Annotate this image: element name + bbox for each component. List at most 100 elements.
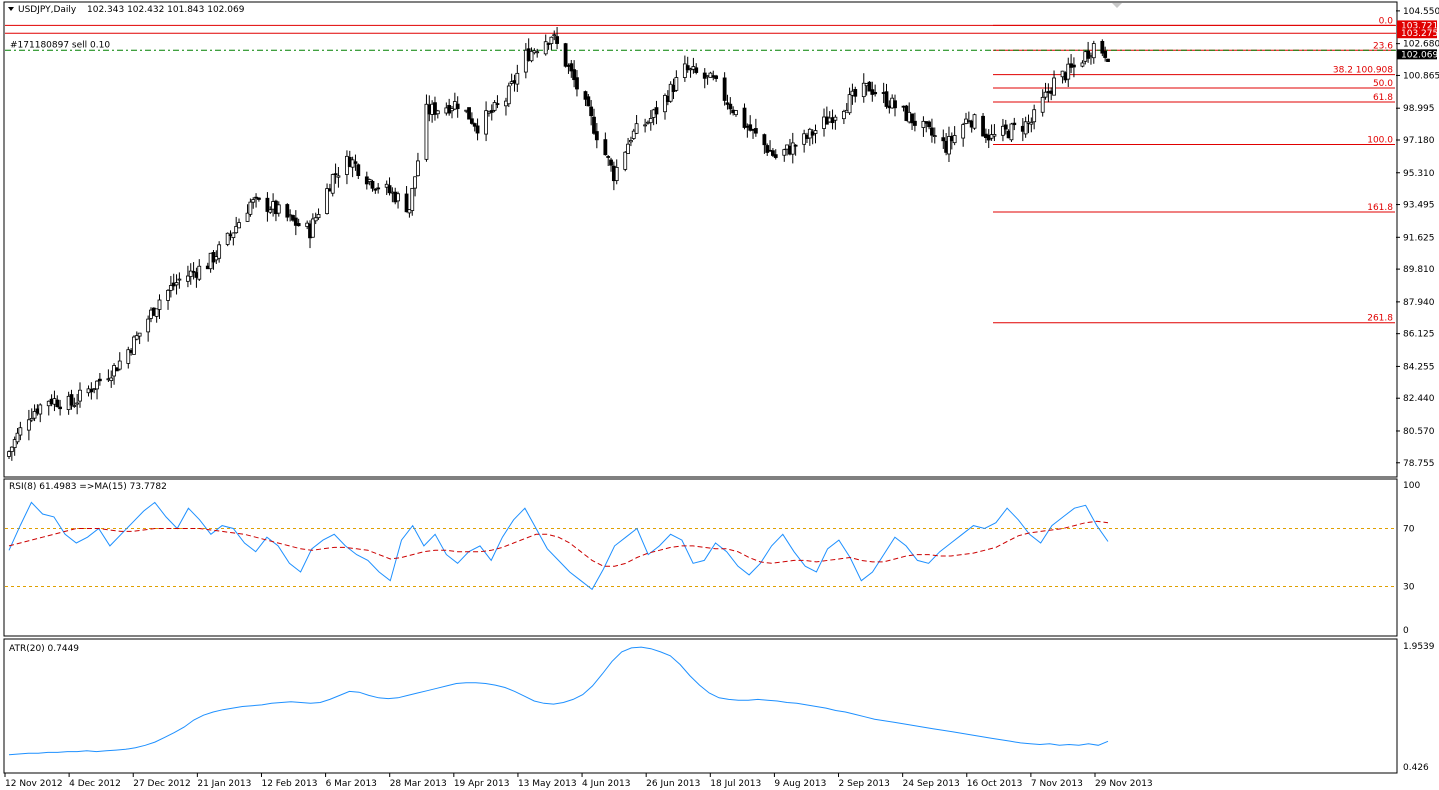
price-tick-label: 93.495 (1403, 201, 1435, 211)
price-tick-label: 100.865 (1403, 71, 1439, 81)
price-tick-label: 78.755 (1403, 459, 1435, 469)
candle-body (927, 121, 931, 128)
candle-body (575, 77, 579, 90)
candle-body (648, 118, 653, 124)
candle-body (75, 402, 80, 405)
candle-body (603, 139, 608, 156)
candle-body (594, 131, 599, 141)
date-tick-label: 24 Sep 2013 (903, 779, 960, 789)
candle-body (95, 380, 99, 390)
rsi-tick-label: 0 (1403, 626, 1409, 636)
candle-body (237, 222, 241, 229)
candle-body (614, 167, 619, 181)
candle-body (29, 418, 34, 421)
candle-body (793, 144, 798, 147)
chart-menu-arrow-icon[interactable] (8, 7, 14, 11)
date-tick-label: 13 May 2013 (518, 779, 577, 789)
candle-body (166, 289, 170, 301)
candle-body (276, 204, 281, 214)
candle-body (654, 107, 659, 115)
candle-body (370, 180, 375, 189)
candle-body (722, 77, 727, 101)
candle-body (495, 103, 500, 105)
candle-body (18, 427, 23, 436)
rsi-title: RSI(8) 61.4983 =>MA(15) 73.7782 (9, 482, 167, 492)
price-tick-label: 98.995 (1403, 104, 1435, 114)
candle-body (268, 209, 273, 213)
candle-body (313, 217, 318, 222)
candle-body (296, 223, 301, 227)
candle-body (356, 164, 361, 176)
fib-level-label: 61.8 (1373, 93, 1393, 103)
candle-body (847, 94, 852, 114)
candle-body (742, 107, 747, 128)
ohlc-readout: 102.343 102.432 101.843 102.069 (87, 5, 245, 15)
candle-body (992, 134, 997, 137)
candle-body (626, 143, 630, 154)
price-pane-frame (3, 1, 1398, 478)
candle-body (1052, 77, 1056, 96)
order-line[interactable]: #171180897 sell 0.10 (5, 40, 1396, 51)
candle-body (930, 127, 934, 136)
candle-body (782, 149, 787, 156)
candle-body (26, 419, 31, 431)
candle-body (1086, 50, 1091, 59)
order-label: #171180897 sell 0.10 (10, 40, 110, 50)
date-tick-label: 9 Aug 2013 (774, 779, 826, 789)
candle-body (257, 197, 261, 200)
candle-body (643, 124, 648, 127)
candle-body (734, 110, 738, 116)
candle-body (373, 188, 378, 191)
candle-body (109, 377, 114, 381)
candle-body (435, 110, 440, 115)
candle-body (535, 51, 540, 54)
candle-body (1040, 96, 1045, 113)
price-tick-label: 97.180 (1403, 136, 1435, 146)
candle-body (58, 406, 63, 410)
candle-body (694, 67, 699, 73)
date-tick-label: 26 Jun 2013 (646, 779, 700, 789)
candle-body (197, 265, 202, 280)
price-axis: 104.550 102.680 100.865 98.995 97.180 95.310 9… (1396, 7, 1439, 469)
fib-level-label: 38.2 100.908 (1333, 66, 1393, 76)
candle-body (467, 107, 471, 120)
shift-marker-icon[interactable] (1112, 3, 1122, 8)
candle-body (884, 91, 889, 107)
price-tick-label: 102.680 (1403, 40, 1439, 50)
candle-body (117, 360, 122, 370)
candle-body (1009, 123, 1014, 141)
candle-body (853, 89, 858, 97)
atr-line (8, 646, 1109, 756)
candlesticks (7, 27, 1110, 461)
rsi-tick-label: 100 (1403, 481, 1420, 491)
price-badge-label: 103.275 (1401, 29, 1438, 39)
candle-body (7, 451, 11, 457)
atr-indicator: ATR(20) 0.7449 1.9539 0.426 (8, 642, 1435, 773)
date-tick-label: 12 Feb 2013 (261, 779, 317, 789)
candle-body (714, 75, 719, 79)
price-tick-label: 86.125 (1403, 330, 1435, 340)
candle-body (932, 135, 937, 137)
candle-body (157, 299, 162, 310)
date-tick-label: 2 Sep 2013 (839, 779, 890, 789)
candle-body (606, 156, 611, 158)
candle-body (981, 115, 985, 137)
date-tick-label: 12 Nov 2012 (5, 779, 63, 789)
trading-chart[interactable]: USDJPY,Daily 102.343 102.432 101.843 102… (0, 0, 1439, 790)
candle-body (972, 114, 977, 129)
candle-body (728, 103, 733, 110)
candle-body (413, 176, 417, 189)
atr-tick-label: 0.426 (1403, 763, 1429, 773)
candle-body (592, 116, 596, 134)
date-tick-label: 21 Jan 2013 (197, 779, 251, 789)
atr-title: ATR(20) 0.7449 (9, 644, 79, 654)
candle-body (506, 85, 511, 105)
date-tick-label: 6 Mar 2013 (326, 779, 377, 789)
candle-body (146, 318, 151, 333)
candle-body (72, 405, 77, 407)
candle-body (563, 43, 568, 67)
fib-level-label: 23.6 (1373, 41, 1393, 51)
candle-body (174, 282, 179, 286)
fibonacci-levels: 0.023.638.2 100.90850.061.8100.0161.8261… (5, 16, 1396, 324)
candle-body (325, 188, 329, 214)
